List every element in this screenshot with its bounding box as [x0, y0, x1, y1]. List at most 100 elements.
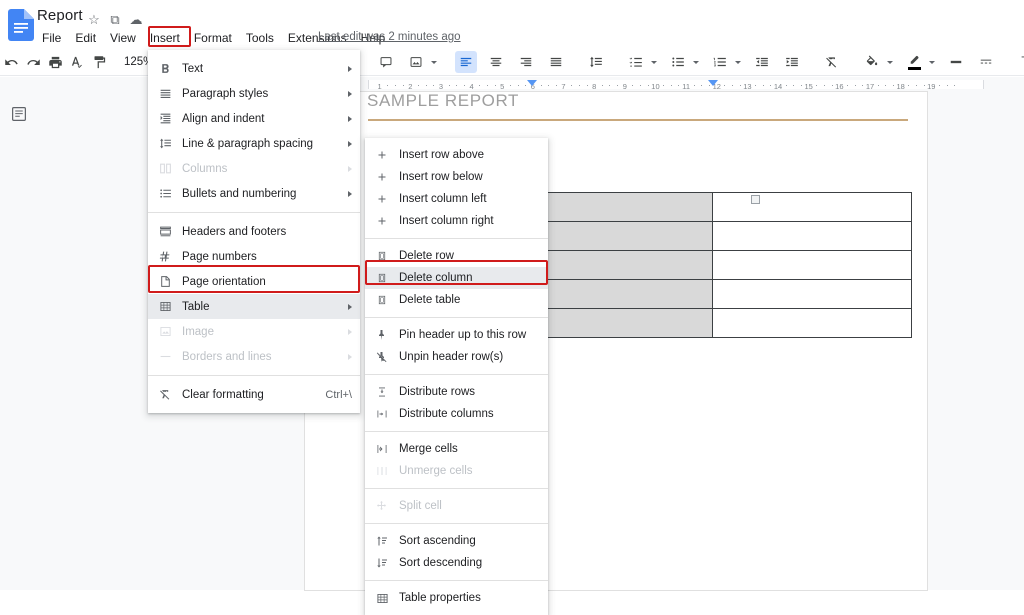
decrease-indent-icon[interactable] [751, 51, 773, 73]
show-document-outline-icon[interactable] [10, 105, 28, 123]
headers-footers-icon [148, 225, 182, 238]
ruler-minor-tick [770, 85, 772, 86]
ruler-minor-tick [847, 85, 848, 86]
insert-comment-icon[interactable] [375, 51, 397, 73]
align-center-icon[interactable] [485, 51, 507, 73]
ruler-minor-tick [923, 85, 925, 86]
menu-separator [365, 580, 548, 581]
bulleted-list-icon[interactable] [667, 51, 689, 73]
numbered-list-icon[interactable] [709, 51, 731, 73]
format-paragraph-styles[interactable]: Paragraph styles [148, 81, 360, 106]
unpin-header-rows[interactable]: Unpin header row(s) [365, 346, 548, 368]
delete-column[interactable]: Delete column [365, 267, 548, 289]
document-title[interactable]: Report [37, 7, 83, 24]
insert-column-right[interactable]: Insert column right [365, 210, 548, 232]
menu-file[interactable]: File [35, 29, 68, 47]
table-properties[interactable]: Table properties [365, 587, 548, 609]
checklist-icon[interactable] [625, 51, 647, 73]
line-spacing-icon[interactable] [585, 51, 607, 73]
insert-row-above[interactable]: Insert row above [365, 144, 548, 166]
menu-tools[interactable]: Tools [239, 29, 281, 47]
menu-separator [148, 212, 360, 213]
table-cell[interactable] [712, 192, 912, 222]
ruler-minor-tick [785, 85, 787, 86]
chevron-down-icon[interactable] [735, 60, 742, 64]
border-color-icon[interactable] [903, 51, 925, 73]
menu-format[interactable]: Format [187, 29, 239, 47]
delete-table[interactable]: Delete table [365, 289, 548, 311]
distribute-columns[interactable]: Distribute columns [365, 403, 548, 425]
table-submenu[interactable]: Insert row above Insert row below Insert c… [365, 138, 548, 615]
increase-indent-icon[interactable] [781, 51, 803, 73]
delete-row[interactable]: Delete row [365, 245, 548, 267]
format-text[interactable]: Text [148, 56, 360, 81]
ruler-minor-tick [417, 85, 419, 86]
border-dash-icon[interactable] [975, 51, 997, 73]
redo-icon[interactable] [22, 51, 44, 73]
cloud-saved-icon[interactable]: ☁ [128, 12, 144, 28]
menu-item-label: Sort ascending [399, 535, 476, 547]
column-drag-handle[interactable] [751, 195, 760, 204]
last-edit-status[interactable]: Last edit was 2 minutes ago [318, 31, 461, 43]
ruler-minor-tick [448, 85, 450, 86]
ruler-tick: 13 [743, 82, 752, 91]
menu-separator [365, 317, 548, 318]
distribute-rows[interactable]: Distribute rows [365, 381, 548, 403]
format-align-indent[interactable]: Align and indent [148, 106, 360, 131]
insert-image-icon[interactable] [405, 51, 427, 73]
table-cell[interactable] [712, 308, 912, 338]
undo-icon[interactable] [0, 51, 22, 73]
menu-view[interactable]: View [103, 29, 143, 47]
align-justify-icon[interactable] [545, 51, 567, 73]
unmerge-cells: Unmerge cells [365, 460, 548, 482]
border-width-icon[interactable] [945, 51, 967, 73]
format-menu[interactable]: Text Paragraph styles Align and indent Line… [148, 50, 360, 413]
move-to-folder-icon[interactable]: ⧉ [107, 12, 123, 28]
borders-lines-icon [148, 350, 182, 363]
ruler-tick: 15 [804, 82, 813, 91]
chevron-down-icon[interactable] [693, 60, 700, 64]
pin-header-row[interactable]: Pin header up to this row [365, 324, 548, 346]
table-cell[interactable] [712, 221, 912, 251]
align-left-icon[interactable] [455, 51, 478, 73]
sort-descending[interactable]: Sort descending [365, 552, 548, 574]
menu-edit[interactable]: Edit [68, 29, 103, 47]
chevron-down-icon[interactable] [929, 60, 936, 64]
table-cell[interactable] [712, 279, 912, 309]
table-cell[interactable] [712, 250, 912, 280]
insert-column-left[interactable]: Insert column left [365, 188, 548, 210]
ruler-minor-tick [571, 85, 573, 86]
format-bullets-numbering[interactable]: Bullets and numbering [148, 181, 360, 206]
format-page-orientation[interactable]: Page orientation [148, 269, 360, 294]
star-icon[interactable]: ☆ [86, 12, 102, 28]
indent-marker[interactable] [707, 80, 718, 86]
print-icon[interactable] [44, 51, 66, 73]
cell-fill-color-icon[interactable] [861, 51, 883, 73]
ruler-tick: 16 [835, 82, 844, 91]
paint-format-icon[interactable] [88, 51, 110, 73]
format-clear-formatting[interactable]: Clear formatting Ctrl+\ [148, 382, 360, 407]
clear-formatting-icon[interactable] [821, 51, 843, 73]
ruler-minor-tick [739, 85, 741, 86]
menu-item-label: Unpin header row(s) [399, 351, 504, 363]
paragraph-styles-icon [148, 87, 182, 100]
ruler-track[interactable]: 1 2 3 4 5 6 7 8 9 10 11 12 13 14 15 16 17 18 19 [368, 80, 984, 91]
merge-cells[interactable]: Merge cells [365, 438, 548, 460]
sort-ascending[interactable]: Sort ascending [365, 530, 548, 552]
insert-row-below[interactable]: Insert row below [365, 166, 548, 188]
menu-insert[interactable]: Insert [143, 29, 187, 47]
chevron-down-icon[interactable] [431, 60, 438, 64]
format-headers-footers[interactable]: Headers and footers [148, 219, 360, 244]
table-options-button[interactable]: Table options [1015, 56, 1024, 68]
chevron-down-icon[interactable] [651, 60, 658, 64]
format-table[interactable]: Table [148, 294, 360, 319]
ruler-minor-tick [732, 85, 734, 86]
indent-marker[interactable] [526, 80, 537, 86]
format-page-numbers[interactable]: Page numbers [148, 244, 360, 269]
chevron-down-icon[interactable] [887, 60, 894, 64]
format-line-spacing[interactable]: Line & paragraph spacing [148, 131, 360, 156]
spelling-check-icon[interactable] [66, 51, 88, 73]
menu-item-label: Bullets and numbering [182, 187, 297, 200]
align-right-icon[interactable] [515, 51, 537, 73]
submenu-arrow-icon [348, 303, 352, 310]
